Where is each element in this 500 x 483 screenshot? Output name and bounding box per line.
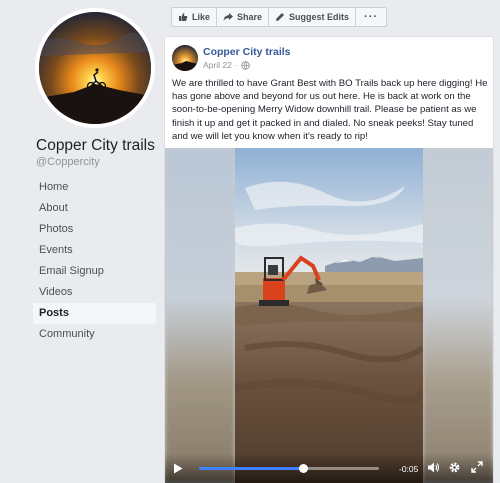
- sunset-cyclist-image: [39, 12, 151, 124]
- play-icon[interactable]: [173, 463, 183, 474]
- page-nav: Home About Photos Events Email Signup Vi…: [33, 177, 156, 345]
- video-frame: [235, 148, 423, 483]
- meta-separator: ·: [234, 60, 238, 70]
- progress-bar[interactable]: [199, 464, 379, 473]
- post-card: Copper City trails April 22 · We are thr…: [164, 36, 494, 483]
- like-button[interactable]: Like: [172, 8, 218, 26]
- share-icon: [223, 13, 234, 21]
- page-handle[interactable]: @Coppercity: [36, 156, 100, 168]
- video-player[interactable]: -0:05: [165, 148, 493, 483]
- post-meta: April 22 ·: [203, 60, 250, 70]
- nav-item-about[interactable]: About: [33, 198, 156, 219]
- volume-icon[interactable]: [427, 461, 440, 474]
- post-date[interactable]: April 22: [203, 60, 232, 70]
- nav-item-posts[interactable]: Posts: [33, 303, 156, 324]
- post-author-link[interactable]: Copper City trails: [203, 46, 291, 58]
- page-action-bar: Like Share Suggest Edits ···: [171, 7, 388, 27]
- post-avatar[interactable]: [172, 45, 198, 71]
- post-body: We are thrilled to have Grant Best with …: [172, 78, 488, 142]
- progress-knob[interactable]: [299, 464, 309, 473]
- suggest-edits-label: Suggest Edits: [289, 12, 350, 22]
- gear-icon[interactable]: [448, 461, 461, 474]
- share-label: Share: [237, 12, 263, 22]
- more-options-icon: ···: [364, 11, 379, 23]
- like-icon: [179, 13, 188, 21]
- suggest-edits-button[interactable]: Suggest Edits: [269, 8, 357, 26]
- nav-item-photos[interactable]: Photos: [33, 219, 156, 240]
- more-options-button[interactable]: ···: [356, 8, 386, 26]
- pencil-icon: [276, 13, 285, 21]
- video-blur-right: [423, 148, 493, 483]
- nav-item-events[interactable]: Events: [33, 240, 156, 261]
- like-label: Like: [192, 12, 211, 22]
- profile-picture[interactable]: [35, 8, 155, 128]
- excavator-scene-image: [235, 148, 423, 483]
- progress-fill: [199, 467, 304, 470]
- page-title[interactable]: Copper City trails: [36, 137, 155, 155]
- video-blur-left: [165, 148, 235, 483]
- page-sidebar: Copper City trails @Coppercity Home Abou…: [0, 0, 162, 483]
- share-button[interactable]: Share: [217, 8, 270, 26]
- nav-item-videos[interactable]: Videos: [33, 282, 156, 303]
- nav-item-home[interactable]: Home: [33, 177, 156, 198]
- nav-item-community[interactable]: Community: [33, 324, 156, 345]
- video-controls: -0:05: [165, 453, 493, 483]
- globe-icon[interactable]: [240, 60, 250, 70]
- nav-item-email-signup[interactable]: Email Signup: [33, 261, 156, 282]
- avatar-image: [172, 45, 198, 71]
- time-remaining: -0:05: [399, 464, 419, 474]
- fullscreen-icon[interactable]: [471, 461, 483, 473]
